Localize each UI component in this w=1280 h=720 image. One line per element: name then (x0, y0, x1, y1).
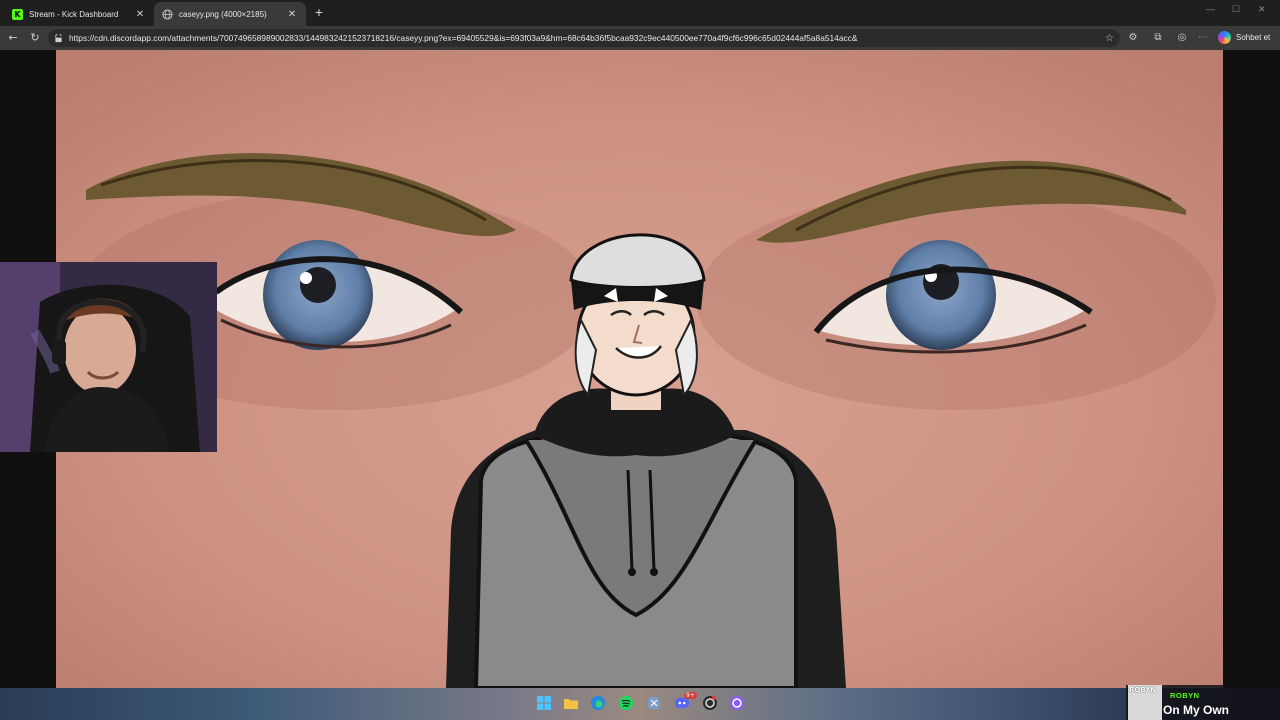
close-icon[interactable]: ✕ (134, 9, 146, 20)
profile-icon[interactable]: ◎ (1176, 32, 1188, 44)
site-info-icon[interactable] (54, 33, 63, 43)
twitch-icon[interactable] (729, 695, 745, 711)
copilot-label: Sohbet et (1236, 33, 1271, 42)
tab-caseyy-png[interactable]: caseyy.png (4000×2185) ✕ (154, 2, 306, 26)
copilot-icon (1218, 31, 1231, 44)
snipping-tool-icon[interactable] (646, 695, 662, 711)
file-explorer-icon[interactable] (563, 695, 579, 711)
back-arrow-icon[interactable]: ← (6, 31, 20, 45)
album-art-text: ROBYN (1129, 686, 1157, 694)
now-playing-widget: ROBYN ROBYN On My Own (1126, 685, 1280, 720)
tab-kick-dashboard[interactable]: K Stream - Kick Dashboard ✕ (4, 2, 154, 26)
star-icon[interactable]: ☆ (1105, 33, 1114, 44)
extensions-icon[interactable]: ⚙ (1127, 32, 1139, 44)
new-tab-button[interactable]: + (311, 3, 327, 21)
windows-taskbar: 9+ (0, 688, 1280, 720)
window-close-icon[interactable]: ✕ (1258, 4, 1266, 15)
tab-label: Stream - Kick Dashboard (29, 9, 119, 19)
artist-name: ROBYN (1170, 691, 1200, 700)
minimize-icon[interactable]: — (1206, 4, 1215, 14)
address-bar[interactable]: https://cdn.discordapp.com/attachments/7… (48, 29, 1120, 47)
kick-logo-icon: K (12, 8, 23, 20)
reload-icon[interactable]: ↻ (28, 31, 42, 45)
globe-icon (162, 8, 173, 20)
image-viewer (0, 50, 1280, 688)
tab-strip: K Stream - Kick Dashboard ✕ caseyy.png (… (0, 0, 1280, 26)
obs-icon[interactable] (702, 695, 718, 711)
spotify-icon[interactable] (618, 695, 634, 711)
url-text[interactable]: https://cdn.discordapp.com/attachments/7… (69, 33, 1105, 43)
album-art: ROBYN (1128, 685, 1162, 720)
browser-toolbar: ← ↻ https://cdn.discordapp.com/attachmen… (0, 26, 1280, 50)
puzzle-icon[interactable]: ⧉ (1152, 32, 1164, 44)
sync-icon[interactable]: ⋯ (1197, 32, 1209, 44)
webcam-overlay (0, 262, 217, 452)
tab-label: caseyy.png (4000×2185) (179, 9, 267, 19)
discord-badge: 9+ (684, 692, 697, 699)
song-title: On My Own (1163, 703, 1229, 717)
windows-start-icon[interactable] (536, 695, 552, 711)
maximize-icon[interactable]: ☐ (1232, 4, 1240, 15)
copilot-button[interactable]: Sohbet et (1218, 31, 1270, 44)
close-icon[interactable]: ✕ (286, 9, 298, 20)
edge-browser-icon[interactable] (590, 695, 606, 711)
artwork-image (56, 50, 1223, 688)
